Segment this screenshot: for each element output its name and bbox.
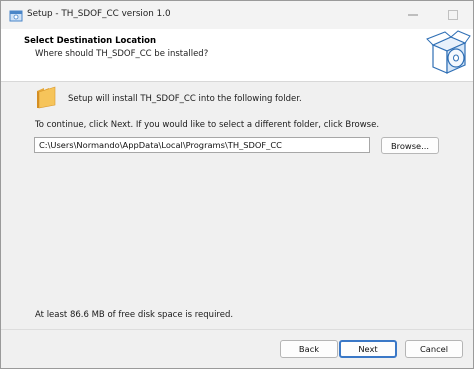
browse-button[interactable]: Browse...: [381, 137, 439, 154]
header-panel: Select Destination Location Where should…: [1, 29, 473, 82]
setup-app-icon: [9, 10, 23, 22]
footer-divider: [1, 329, 473, 330]
setup-window: Setup - TH_SDOF_CC version 1.0 Select De…: [0, 0, 474, 369]
disk-space-text: At least 86.6 MB of free disk space is r…: [35, 310, 234, 320]
minimize-button[interactable]: [393, 1, 433, 29]
minimize-icon: [408, 14, 418, 16]
back-button[interactable]: Back: [280, 340, 338, 358]
software-box-disc-icon: [426, 30, 471, 74]
maximize-button[interactable]: [433, 1, 473, 29]
folder-icon: [37, 86, 56, 109]
next-button[interactable]: Next: [339, 340, 397, 358]
page-subtitle: Where should TH_SDOF_CC be installed?: [35, 49, 209, 59]
maximize-icon: [448, 10, 458, 20]
page-title: Select Destination Location: [24, 36, 156, 46]
cancel-button[interactable]: Cancel: [405, 340, 463, 358]
install-path-input[interactable]: [34, 137, 370, 153]
intro-text: Setup will install TH_SDOF_CC into the f…: [68, 94, 302, 104]
title-bar[interactable]: Setup - TH_SDOF_CC version 1.0: [1, 1, 473, 29]
window-title: Setup - TH_SDOF_CC version 1.0: [27, 9, 171, 19]
instruction-text: To continue, click Next. If you would li…: [35, 120, 380, 130]
